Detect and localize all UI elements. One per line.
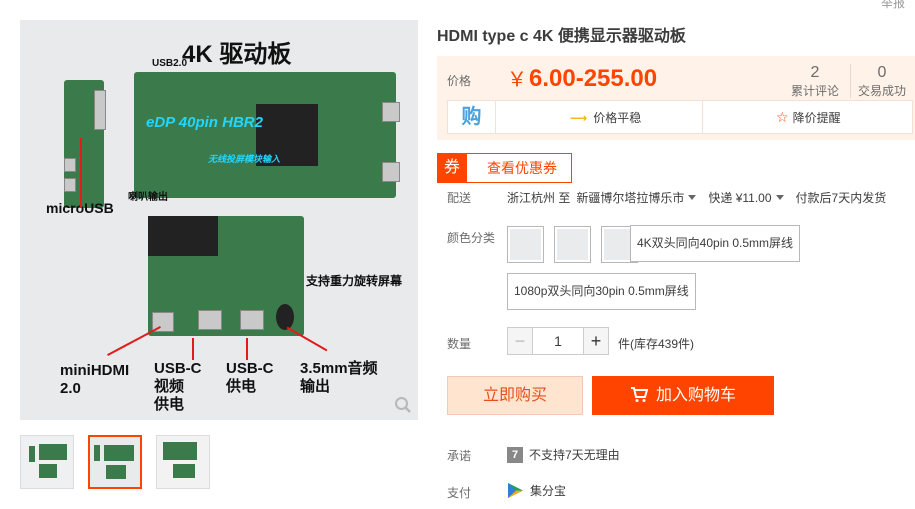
review-label: 累计评论 [790,84,839,98]
price-stable: ⟶ 价格平稳 [570,109,641,126]
label-usb2: USB2.0 [152,58,188,69]
pointer-line [192,338,194,360]
thumbnail[interactable] [156,435,210,489]
report-link[interactable]: 举报 [881,0,905,11]
promo-bar: 购 ⟶ 价格平稳 ☆ 降价提醒 [447,100,913,134]
arrow-right-icon: ⟶ [570,111,588,125]
shipping-label: 配送 [447,191,472,205]
sales-stat: 0 交易成功 [851,63,913,99]
ship-to-dropdown[interactable]: 新疆博尔塔拉博乐市 [576,189,702,206]
pointer-line [246,338,248,360]
thumbnail-active[interactable] [88,435,142,489]
main-product-image[interactable]: 4K 驱动板 USB2.0 eDP 40pin HBR2 无线投屏模块输入 喇叭… [20,20,418,420]
express-dropdown[interactable]: 快递 ¥11.00 [708,189,789,206]
price-alert-text: 降价提醒 [792,111,841,125]
quantity-label: 数量 [447,337,472,351]
thumbnail[interactable] [20,435,74,489]
caret-down-icon [775,195,784,201]
product-page: 举报 4K 驱动板 USB2.0 eDP 40pin HBR2 无线投屏模块输入… [0,0,915,509]
add-to-cart-button[interactable]: 加入购物车 [592,376,774,415]
sku-image-option[interactable] [507,226,544,263]
sku-image-option[interactable] [554,226,591,263]
stock-text: 件(库存439件) [618,337,695,351]
price-alert-button[interactable]: ☆ 降价提醒 [776,109,841,126]
currency-symbol: ￥ [507,69,527,91]
label-speaker: 喇叭输出 [128,192,168,203]
no-7day-icon: 7 [507,446,523,463]
express-fee: 快递 ¥11.00 [708,191,772,205]
pay-row: 集分宝 [507,482,566,499]
review-stat[interactable]: 2 累计评论 [784,63,846,99]
thumbnail-strip [20,435,210,489]
driver-board-top [134,72,400,198]
gou-icon: 购 [448,101,496,133]
label-touch: 无线投屏模块输入 [208,154,281,164]
label-usbc-power: USB-C 供电 [226,360,274,395]
price-stable-text: 价格平稳 [593,111,642,125]
sales-count: 0 [877,64,887,81]
pay-label: 支付 [447,486,472,500]
coupon-button[interactable]: 券 查看优惠券 [437,153,572,183]
quantity-input[interactable]: 1 [533,327,583,355]
price-label: 价格 [447,74,472,88]
review-count: 2 [810,64,820,81]
price-range: 6.00-255.00 [529,65,658,92]
price-panel: 价格 ￥6.00-255.00 2 累计评论 0 交易成功 购 ⟶ 价格平稳 ☆ 降… [437,56,915,140]
cart-icon [630,387,648,402]
divider [702,101,703,133]
sku-option-1080p[interactable]: 1080p双头同向30pin 0.5mm屏线 [507,273,696,310]
add-to-cart-label: 加入购物车 [655,387,736,404]
pointer-line [286,326,328,352]
image-title: 4K 驱动板 [182,41,292,68]
pointer-line [107,326,161,356]
commit-row: 7 不支持7天无理由 [507,446,620,463]
label-edp: eDP 40pin HBR2 [146,114,263,131]
pay-text: 集分宝 [530,484,567,498]
adapter-board [64,80,106,208]
star-icon: ☆ [776,109,789,125]
price-value: ￥6.00-255.00 [507,63,657,93]
buy-now-button[interactable]: 立即购买 [447,376,583,415]
quantity-stepper: − 1 + [507,327,609,355]
pointer-line [80,138,82,208]
quantity-decrease-button[interactable]: − [507,327,533,355]
commit-label: 承诺 [447,449,472,463]
ship-promise: 付款后7天内发货 [795,191,887,205]
product-title: HDMI type c 4K 便携显示器驱动板 [437,28,686,45]
sales-label: 交易成功 [857,84,906,98]
ship-from: 浙江杭州 至 [507,191,571,205]
label-audio: 3.5mm音频 输出 [300,360,378,395]
sku-image-options [507,226,638,263]
label-usbc-video: USB-C 视频 供电 [154,360,202,413]
coupon-tag-icon: 券 [437,153,467,183]
label-gravity: 支持重力旋转屏幕 [306,274,403,288]
coupon-text: 查看优惠券 [467,153,572,183]
ship-to: 新疆博尔塔拉博乐市 [576,191,685,205]
zoom-icon[interactable] [394,396,412,414]
driver-board-bottom [148,216,304,336]
jifenbao-icon [508,483,523,498]
sku-option-4k[interactable]: 4K双头同向40pin 0.5mm屏线 [630,225,801,262]
shipping-row: 浙江杭州 至 新疆博尔塔拉博乐市 快递 ¥11.00 付款后7天内发货 [507,189,886,206]
caret-down-icon [688,195,697,201]
sku-label: 颜色分类 [447,231,496,245]
label-minihdmi: miniHDMI 2.0 [60,362,130,397]
quantity-increase-button[interactable]: + [583,327,609,355]
commit-text: 不支持7天无理由 [529,448,620,462]
